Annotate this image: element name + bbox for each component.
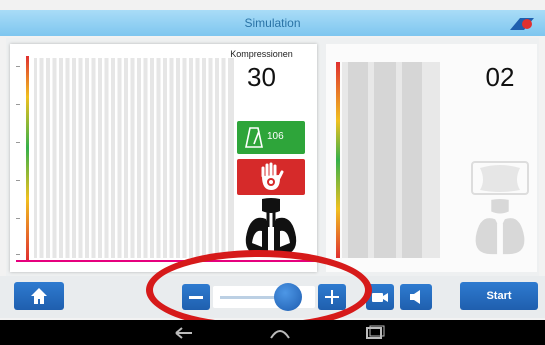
compression-bar-gap xyxy=(108,58,111,258)
compression-bar-gap xyxy=(199,58,202,258)
compression-bar-gap xyxy=(128,58,131,258)
compression-bar-gap xyxy=(56,58,59,258)
compression-bar-gap xyxy=(206,58,209,258)
ventilation-count: 02 xyxy=(485,62,515,92)
home-icon xyxy=(31,288,47,304)
ventilation-bars xyxy=(342,62,440,258)
compression-bar-gap xyxy=(134,58,137,258)
face-mask-icon xyxy=(471,161,529,195)
compression-bar-gap xyxy=(115,58,118,258)
compression-bar-gap xyxy=(121,58,124,258)
compression-bar-gap xyxy=(82,58,85,258)
compression-bar-gap xyxy=(147,58,150,258)
compression-bar-gap xyxy=(43,58,46,258)
compression-bar-gap xyxy=(154,58,157,258)
compression-bar-gap xyxy=(89,58,92,258)
back-icon[interactable] xyxy=(172,324,196,341)
compression-bar-gap xyxy=(173,58,176,258)
brand-logo xyxy=(510,18,534,30)
volume-button[interactable] xyxy=(400,284,432,310)
compression-depth-scale xyxy=(16,56,29,260)
home-button[interactable] xyxy=(14,282,64,310)
compression-bar-gap xyxy=(160,58,163,258)
compression-bar-gap xyxy=(76,58,79,258)
recent-apps-icon[interactable] xyxy=(362,324,386,341)
lungs-icon-inactive xyxy=(475,198,525,255)
compression-bar-gap xyxy=(180,58,183,258)
camera-icon xyxy=(372,293,388,302)
compression-bar-gap xyxy=(37,58,40,258)
ventilation-scale xyxy=(336,62,340,258)
compression-bar-gap xyxy=(193,58,196,258)
hand-icon xyxy=(261,162,284,190)
compression-bars xyxy=(34,58,234,258)
compression-bar-gap xyxy=(141,58,144,258)
metronome-icon xyxy=(245,127,263,148)
highlight-annotation-ring xyxy=(146,250,372,330)
compression-bar-gap xyxy=(186,58,189,258)
compression-bar-gap xyxy=(50,58,53,258)
compression-bar-gap xyxy=(95,58,98,258)
compression-bar-gap xyxy=(69,58,72,258)
hand-position-alert xyxy=(237,159,305,195)
compression-bar-gap xyxy=(167,58,170,258)
start-button[interactable]: Start xyxy=(460,282,538,310)
compression-bar-gap xyxy=(63,58,66,258)
metronome-rate: 106 xyxy=(267,131,284,142)
metronome-indicator: 106 xyxy=(237,121,305,154)
compression-bar-gap xyxy=(102,58,105,258)
page-title: Simulation xyxy=(244,16,301,30)
compression-count: 30 xyxy=(247,62,276,92)
volume-icon xyxy=(410,290,420,304)
compression-label: Kompressionen xyxy=(230,49,293,59)
home-nav-icon[interactable] xyxy=(268,324,292,341)
